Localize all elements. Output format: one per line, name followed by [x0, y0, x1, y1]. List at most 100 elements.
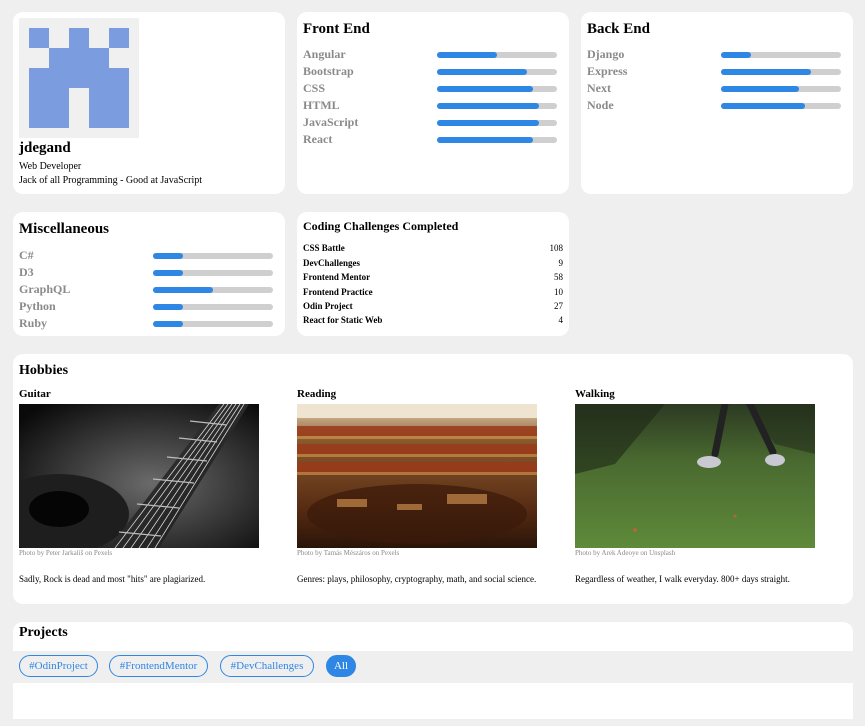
hobby-description: Sadly, Rock is dead and most "hits" are … [19, 574, 206, 584]
skill-name: Python [19, 299, 56, 313]
frontend-skills-card: Front End Angular Bootstrap CSS HTML JavaScr… [297, 12, 569, 194]
challenges-card: Coding Challenges Completed CSS Battle 1… [297, 212, 569, 336]
hobby-walking: Walking Photo by Arek Adeoye on Unsplash… [575, 388, 845, 598]
skill-row: Express [587, 64, 847, 81]
skill-progress-bar [721, 86, 841, 92]
challenge-name: Odin Project [303, 301, 353, 311]
challenge-row: Frontend Practice 10 [303, 287, 563, 301]
skill-row: Python [19, 299, 279, 316]
challenge-row: Odin Project 27 [303, 301, 563, 315]
skill-progress-bar [153, 270, 273, 276]
frontend-title: Front End [303, 21, 370, 37]
hobby-name: Walking [575, 388, 615, 400]
challenge-count: 108 [549, 243, 564, 253]
skill-progress-fill [437, 137, 533, 143]
challenge-row: DevChallenges 9 [303, 258, 563, 272]
skill-row: C# [19, 248, 279, 265]
photo-credit: Photo by Tamás Mészáros on Pexels [297, 549, 400, 557]
hobby-name: Reading [297, 388, 337, 400]
skill-progress-fill [437, 86, 533, 92]
skill-progress-fill [721, 103, 805, 109]
hobby-guitar: Guitar Photo by Peter Jarkališ on Pexels… [19, 388, 289, 598]
challenge-row: CSS Battle 108 [303, 243, 563, 257]
challenge-count: 4 [558, 315, 564, 325]
guitar-photo [19, 404, 259, 548]
identicon-image [19, 18, 139, 138]
skill-progress-fill [153, 270, 183, 276]
skill-progress-fill [721, 69, 811, 75]
skill-progress-fill [437, 69, 527, 75]
photo-credit: Photo by Arek Adeoye on Unsplash [575, 549, 676, 557]
filter-devchallenges-button[interactable]: #DevChallenges [220, 655, 314, 677]
avatar [19, 18, 139, 138]
projects-title: Projects [19, 625, 68, 640]
skill-progress-fill [153, 304, 183, 310]
skill-progress-fill [721, 86, 799, 92]
filter-all-button[interactable]: All [326, 655, 356, 677]
skill-row: React [303, 132, 563, 149]
photo-credit: Photo by Peter Jarkališ on Pexels [19, 549, 113, 557]
challenge-row: Frontend Mentor 58 [303, 272, 563, 286]
filter-odinproject-button[interactable]: #OdinProject [19, 655, 98, 677]
walking-photo [575, 404, 815, 548]
skill-row: Ruby [19, 316, 279, 333]
skill-progress-bar [153, 304, 273, 310]
hobby-description: Regardless of weather, I walk everyday. … [575, 574, 790, 584]
skill-row: Django [587, 47, 847, 64]
profile-card: jdegand Web Developer Jack of all Progra… [13, 12, 285, 194]
skill-progress-fill [153, 253, 183, 259]
skill-progress-fill [153, 287, 213, 293]
hobbies-title: Hobbies [19, 363, 69, 378]
skill-name: C# [19, 248, 34, 262]
challenge-count: 9 [558, 258, 564, 268]
skill-row: Bootstrap [303, 64, 563, 81]
skill-progress-fill [437, 52, 497, 58]
skill-progress-fill [437, 120, 539, 126]
hobbies-card: Hobbies Guitar Photo by Peter Jarkališ o… [13, 354, 853, 604]
skill-row: CSS [303, 81, 563, 98]
challenge-name: Frontend Mentor [303, 272, 371, 282]
filter-frontendmentor-button[interactable]: #FrontendMentor [109, 655, 208, 677]
skill-name: HTML [303, 98, 340, 112]
hobby-description: Genres: plays, philosophy, cryptography,… [297, 574, 537, 584]
challenge-name: React for Static Web [303, 315, 383, 325]
skill-progress-fill [721, 52, 751, 58]
skill-progress-fill [153, 321, 183, 327]
challenge-count: 10 [554, 287, 563, 297]
challenges-title: Coding Challenges Completed [303, 219, 459, 233]
challenge-name: Frontend Practice [303, 287, 373, 297]
skill-progress-bar [721, 103, 841, 109]
library-photo [297, 404, 537, 548]
challenge-name: DevChallenges [303, 258, 360, 268]
skill-progress-bar [437, 69, 557, 75]
skill-progress-bar [153, 287, 273, 293]
skill-progress-bar [437, 52, 557, 58]
projects-list [13, 683, 853, 719]
skill-progress-bar [721, 52, 841, 58]
skill-progress-bar [721, 69, 841, 75]
skill-row: JavaScript [303, 115, 563, 132]
challenge-count: 27 [554, 301, 563, 311]
skill-row: HTML [303, 98, 563, 115]
skill-row: Angular [303, 47, 563, 64]
user-title: Web Developer [19, 161, 82, 172]
skill-progress-bar [153, 321, 273, 327]
skill-progress-fill [437, 103, 539, 109]
skill-progress-bar [437, 103, 557, 109]
skill-row: GraphQL [19, 282, 279, 299]
username: jdegand [19, 140, 71, 156]
skill-name: GraphQL [19, 282, 71, 296]
skill-progress-bar [153, 253, 273, 259]
skill-name: Ruby [19, 316, 48, 330]
project-filter-bar: #OdinProject #FrontendMentor #DevChallen… [13, 655, 853, 677]
skill-row: Next [587, 81, 847, 98]
misc-title: Miscellaneous [19, 221, 109, 237]
misc-skills-card: Miscellaneous C# D3 GraphQL Python Ruby [13, 212, 285, 336]
backend-skills-card: Back End Django Express Next Node [581, 12, 853, 194]
skill-name: Express [587, 64, 628, 78]
skill-progress-bar [437, 120, 557, 126]
skill-name: JavaScript [303, 115, 359, 129]
skill-name: React [303, 132, 333, 146]
skill-name: Next [587, 81, 611, 95]
skill-row: Node [587, 98, 847, 115]
